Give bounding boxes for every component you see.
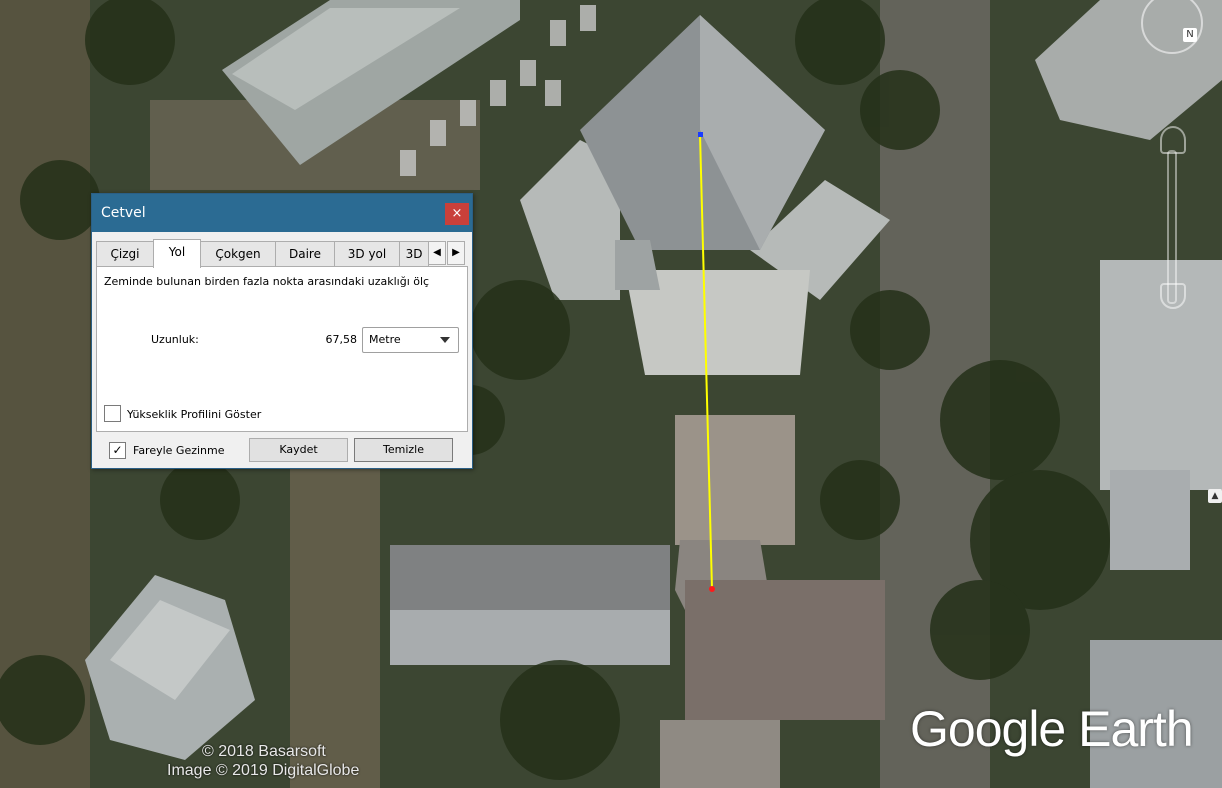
copyright-basarsoft: © 2018 Basarsoft — [202, 743, 326, 760]
tab-yol[interactable]: Yol — [153, 239, 201, 268]
path-end-point — [709, 586, 715, 592]
save-button[interactable]: Kaydet — [249, 438, 348, 462]
chevron-down-icon — [440, 337, 450, 343]
zoom-slider[interactable] — [1167, 150, 1177, 304]
mouse-navigation-label: Fareyle Gezinme — [133, 444, 225, 457]
unit-select[interactable]: Metre — [362, 327, 459, 353]
elevation-profile-label: Yükseklik Profilini Göster — [127, 408, 262, 421]
dialog-title-bar[interactable]: Cetvel × — [92, 194, 472, 232]
description-text: Zeminde bulunan birden fazla nokta arası… — [104, 275, 430, 288]
google-earth-logo: Google Earth — [910, 701, 1194, 757]
unit-selected-value: Metre — [369, 333, 401, 346]
dialog-title: Cetvel — [101, 205, 146, 221]
ruler-dialog: Cetvel × Çizgi Yol Çokgen Daire 3D yol 3… — [91, 193, 473, 469]
length-value: 67,58 — [325, 333, 358, 346]
tab-scroll-right-icon[interactable]: ▶ — [447, 241, 465, 265]
close-button[interactable]: × — [445, 203, 469, 225]
copyright-digitalglobe: Image © 2019 DigitalGlobe — [167, 762, 360, 779]
mouse-navigation-checkbox[interactable]: ✓ — [109, 442, 126, 459]
tab-bar: Çizgi Yol Çokgen Daire 3D yol 3D ◀ ▶ — [96, 239, 466, 268]
clear-button[interactable]: Temizle — [354, 438, 453, 462]
length-label: Uzunluk: — [151, 333, 199, 346]
tab-daire[interactable]: Daire — [275, 241, 335, 266]
north-icon[interactable]: N — [1183, 28, 1197, 42]
tab-panel-yol: Zeminde bulunan birden fazla nokta arası… — [96, 266, 468, 432]
tab-cizgi[interactable]: Çizgi — [96, 241, 154, 266]
tab-3d[interactable]: 3D — [399, 241, 429, 266]
tab-3d-yol[interactable]: 3D yol — [334, 241, 400, 266]
tab-scroll-left-icon[interactable]: ◀ — [428, 241, 446, 265]
side-panel-icon[interactable]: ▲ — [1208, 489, 1222, 503]
zoom-out-icon[interactable] — [1160, 283, 1186, 309]
tab-cokgen[interactable]: Çokgen — [200, 241, 276, 266]
path-start-point — [698, 132, 703, 137]
elevation-profile-checkbox[interactable] — [104, 405, 121, 422]
